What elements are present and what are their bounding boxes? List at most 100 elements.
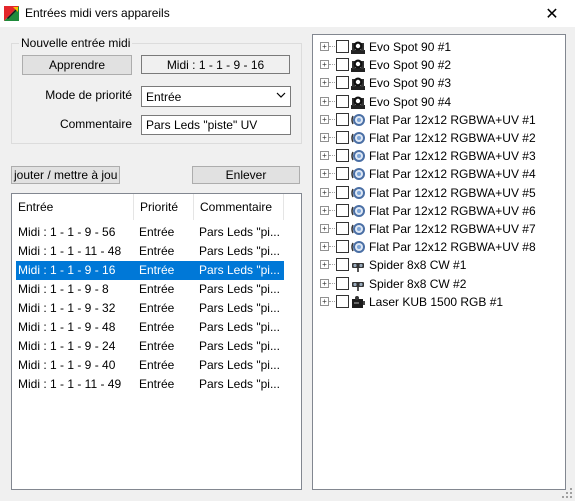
expand-icon[interactable]: + [320,242,329,252]
row-comment: Pars Leds "pi... [199,225,280,239]
par-light-icon [350,148,366,164]
tree-item[interactable]: + Flat Par 12x12 RGBWA+UV #7 [313,220,563,238]
tree-item[interactable]: + Evo Spot 90 #4 [313,93,563,111]
midi-entries-list[interactable]: Entrée Priorité Commentaire Midi : 1 - 1… [11,193,302,490]
par-light-icon [350,221,366,237]
row-priority: Entrée [139,301,175,315]
moving-head-icon [350,94,366,110]
device-checkbox[interactable] [336,258,349,272]
device-checkbox[interactable] [336,94,349,108]
expand-icon[interactable]: + [320,96,329,106]
table-row[interactable]: Midi : 1 - 1 - 11 - 48 Entrée Pars Leds "p… [16,242,284,261]
moving-head-icon [350,39,366,55]
new-entry-group-title: Nouvelle entrée midi [19,36,133,50]
expand-icon[interactable]: + [320,133,329,142]
device-label: Evo Spot 90 #3 [369,76,452,91]
table-row[interactable]: Midi : 1 - 1 - 9 - 8 Entrée Pars Leds "pi.… [16,280,284,299]
device-checkbox[interactable] [336,76,349,90]
table-row[interactable]: Midi : 1 - 1 - 9 - 16 Entrée Pars Leds "pi… [16,261,284,280]
list-header: Entrée Priorité Commentaire [12,194,301,220]
priority-select[interactable]: Entrée [141,86,291,107]
row-comment: Pars Leds "pi... [199,263,280,277]
resize-grip-icon[interactable] [561,487,573,499]
device-checkbox[interactable] [336,131,349,144]
expand-icon[interactable]: + [320,169,329,179]
tree-item[interactable]: + Flat Par 12x12 RGBWA+UV #2 [313,129,563,147]
device-checkbox[interactable] [336,112,349,126]
tree-item[interactable]: + Flat Par 12x12 RGBWA+UV #6 [313,202,563,220]
device-label: Flat Par 12x12 RGBWA+UV #2 [369,131,536,145]
par-light-icon [350,239,366,255]
close-button[interactable]: ✕ [529,0,575,27]
learn-button[interactable]: Apprendre [22,55,132,75]
tree-item[interactable]: + Flat Par 12x12 RGBWA+UV #8 [313,238,563,256]
device-checkbox[interactable] [336,167,349,181]
expand-icon[interactable]: + [320,205,329,215]
expand-icon[interactable]: + [320,114,329,124]
tree-item[interactable]: + Evo Spot 90 #3 [313,74,563,92]
device-checkbox[interactable] [336,222,349,235]
expand-icon[interactable]: + [320,42,329,51]
device-checkbox[interactable] [336,149,349,163]
par-light-icon [350,166,366,182]
spider-light-icon [350,257,366,273]
device-checkbox[interactable] [336,294,349,308]
row-comment: Pars Leds "pi... [199,282,280,296]
row-entry: Midi : 1 - 1 - 9 - 8 [18,282,109,296]
tree-item[interactable]: + Flat Par 12x12 RGBWA+UV #3 [313,147,563,165]
tree-item[interactable]: + Flat Par 12x12 RGBWA+UV #5 [313,184,563,202]
expand-icon[interactable]: + [320,187,329,197]
title-bar: Entrées midi vers appareils ✕ [0,0,575,27]
tree-item[interactable]: + Flat Par 12x12 RGBWA+UV #1 [313,111,563,129]
column-header-comment[interactable]: Commentaire [194,194,284,220]
expand-icon[interactable]: + [320,278,329,288]
remove-button[interactable]: Enlever [192,166,300,184]
add-update-button[interactable]: jouter / mettre à jou [11,166,120,184]
row-priority: Entrée [139,358,175,372]
comment-label: Commentaire [59,117,132,131]
table-row[interactable]: Midi : 1 - 1 - 9 - 32 Entrée Pars Leds "pi… [16,299,284,318]
comment-input[interactable]: Pars Leds "piste" UV [141,115,291,135]
tree-item[interactable]: + Evo Spot 90 #1 [313,38,563,56]
moving-head-icon [350,57,366,73]
priority-select-value: Entrée [146,89,182,104]
device-label: Flat Par 12x12 RGBWA+UV #7 [369,222,536,236]
expand-icon[interactable]: + [320,60,329,70]
par-light-icon [350,112,366,128]
device-label: Flat Par 12x12 RGBWA+UV #3 [369,149,536,164]
tree-item[interactable]: + Spider 8x8 CW #1 [313,256,563,274]
expand-icon[interactable]: + [320,296,329,306]
tree-item[interactable]: + Laser KUB 1500 RGB #1 [313,293,563,311]
tree-item[interactable]: + Evo Spot 90 #2 [313,56,563,74]
tree-item[interactable]: + Flat Par 12x12 RGBWA+UV #4 [313,165,563,183]
device-checkbox[interactable] [336,203,349,217]
row-priority: Entrée [139,263,175,277]
column-header-priority[interactable]: Priorité [134,194,194,220]
moving-head-icon [350,75,366,91]
expand-icon[interactable]: + [320,151,329,161]
app-icon [4,6,19,21]
table-row[interactable]: Midi : 1 - 1 - 9 - 40 Entrée Pars Leds "pi… [16,356,284,375]
table-row[interactable]: Midi : 1 - 1 - 9 - 48 Entrée Pars Leds "pi… [16,318,284,337]
row-priority: Entrée [139,320,175,334]
priority-label: Mode de priorité [45,88,132,102]
row-priority: Entrée [139,225,175,239]
device-checkbox[interactable] [336,276,349,290]
table-row[interactable]: Midi : 1 - 1 - 9 - 56 Entrée Pars Leds "pi… [16,223,284,242]
device-checkbox[interactable] [336,58,349,72]
device-checkbox[interactable] [336,240,349,254]
expand-icon[interactable]: + [320,260,329,270]
device-label: Evo Spot 90 #1 [369,40,452,54]
column-header-entry[interactable]: Entrée [12,194,134,220]
expand-icon[interactable]: + [320,78,329,88]
table-row[interactable]: Midi : 1 - 1 - 11 - 49 Entrée Pars Leds "p… [16,375,284,394]
tree-item[interactable]: + Spider 8x8 CW #2 [313,275,563,293]
device-label: Spider 8x8 CW #2 [369,276,467,291]
device-checkbox[interactable] [336,40,349,53]
devices-tree[interactable]: + Evo Spot 90 #1 + Evo Spot 90 #2 + Evo Spot … [312,34,566,490]
device-checkbox[interactable] [336,185,349,199]
table-row[interactable]: Midi : 1 - 1 - 9 - 24 Entrée Pars Leds "pi… [16,337,284,356]
row-comment: Pars Leds "pi... [199,320,280,334]
expand-icon[interactable]: + [320,224,329,233]
row-comment: Pars Leds "pi... [199,301,280,315]
